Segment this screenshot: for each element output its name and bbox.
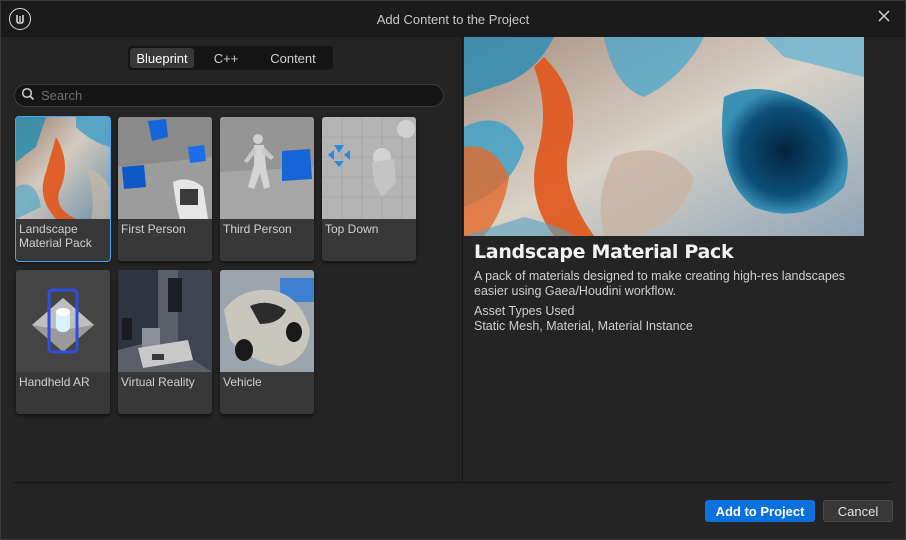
template-label: Handheld AR xyxy=(19,375,90,389)
template-label: Top Down xyxy=(325,222,379,236)
search-icon xyxy=(21,87,35,104)
panel-divider xyxy=(462,37,463,481)
vehicle-thumbnail xyxy=(220,270,314,372)
cancel-button[interactable]: Cancel xyxy=(823,500,893,522)
tab-content[interactable]: Content xyxy=(258,48,328,68)
template-tile-landscape[interactable]: Landscape Material Pack xyxy=(15,116,111,262)
template-label: First Person xyxy=(121,222,186,236)
template-tile-third-person[interactable]: Third Person xyxy=(220,117,314,261)
preview-image xyxy=(464,37,864,236)
close-icon[interactable] xyxy=(875,7,893,25)
tab-cpp[interactable]: C++ xyxy=(194,48,258,68)
template-tile-first-person[interactable]: First Person xyxy=(118,117,212,261)
template-tile-vehicle[interactable]: Vehicle xyxy=(220,270,314,414)
template-label: Vehicle xyxy=(223,375,262,389)
top-down-thumbnail xyxy=(322,117,416,219)
add-content-dialog: Add Content to the Project Blueprint C++… xyxy=(0,0,906,540)
template-tile-virtual-reality[interactable]: Virtual Reality xyxy=(118,270,212,414)
asset-types-list: Static Mesh, Material, Material Instance xyxy=(474,319,693,333)
category-tabs: Blueprint C++ Content xyxy=(128,46,333,70)
search-box xyxy=(14,84,444,107)
dialog-title: Add Content to the Project xyxy=(376,12,530,27)
virtual-reality-thumbnail xyxy=(118,270,212,372)
footer-divider xyxy=(13,482,893,483)
title-bar[interactable]: Add Content to the Project xyxy=(1,1,905,37)
detail-title: Landscape Material Pack xyxy=(474,241,734,263)
template-tile-handheld-ar[interactable]: Handheld AR xyxy=(16,270,110,414)
tab-blueprint[interactable]: Blueprint xyxy=(130,48,194,68)
template-label: Virtual Reality xyxy=(121,375,195,389)
asset-types-heading: Asset Types Used xyxy=(474,304,575,318)
third-person-thumbnail xyxy=(220,117,314,219)
detail-description: A pack of materials designed to make cre… xyxy=(474,269,846,298)
template-tile-top-down[interactable]: Top Down xyxy=(322,117,416,261)
template-browser: Blueprint C++ Content Search Landscape M… xyxy=(2,37,462,481)
template-label: Landscape Material Pack xyxy=(19,222,92,250)
landscape-thumbnail xyxy=(16,117,110,219)
detail-panel: Landscape Material Pack A pack of materi… xyxy=(464,37,864,481)
add-to-project-button[interactable]: Add to Project xyxy=(705,500,815,522)
handheld-ar-thumbnail xyxy=(16,270,110,372)
template-label: Third Person xyxy=(223,222,292,236)
search-input[interactable] xyxy=(41,88,421,103)
first-person-thumbnail xyxy=(118,117,212,219)
